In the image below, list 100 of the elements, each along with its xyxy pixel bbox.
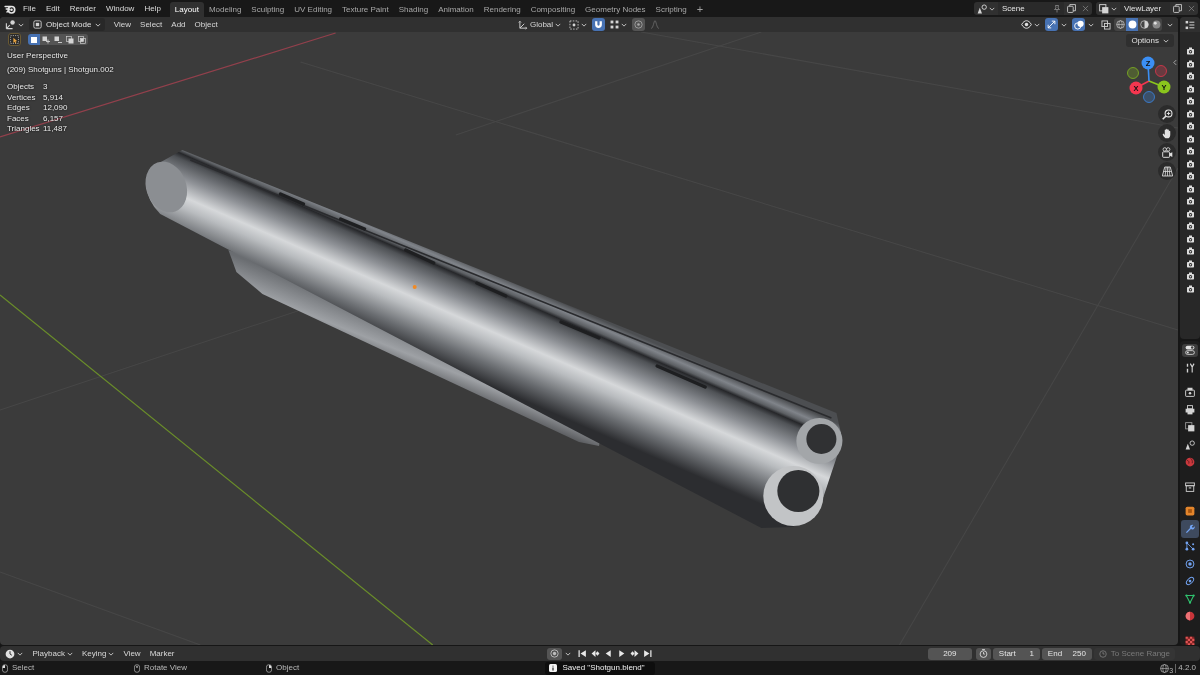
jump-start-button[interactable]	[575, 647, 589, 660]
gizmo-toggle[interactable]	[1045, 18, 1058, 31]
start-frame-field[interactable]: Start 1	[992, 647, 1040, 660]
workspace-tab[interactable]: Texture Paint	[337, 2, 394, 17]
workspace-tab[interactable]: Geometry Nodes	[580, 2, 651, 17]
xray-toggle[interactable]	[1099, 18, 1112, 31]
add-workspace-button[interactable]: +	[691, 2, 709, 17]
shading-mode-button[interactable]	[1150, 18, 1162, 31]
view-layer-name-field[interactable]: ViewLayer	[1120, 2, 1170, 15]
selection-mode-button[interactable]	[28, 34, 40, 45]
scene-name-field[interactable]: Scene	[998, 2, 1050, 15]
menu-item[interactable]: Select	[135, 19, 167, 30]
caret-icon	[1111, 6, 1117, 11]
pan-button[interactable]	[1158, 124, 1176, 142]
auto-keying-toggle[interactable]	[546, 647, 562, 660]
view-layer-browse-button[interactable]	[1096, 2, 1120, 15]
render-camera-icon[interactable]	[1185, 284, 1195, 293]
solid-square-icon	[30, 35, 38, 44]
stat-label: Faces	[7, 113, 30, 124]
render-camera-icon[interactable]	[1185, 172, 1195, 181]
proportional-edit-toggle[interactable]	[632, 18, 646, 31]
menu-item[interactable]: Edit	[40, 3, 65, 14]
workspace-tab[interactable]: Modeling	[203, 2, 247, 17]
render-camera-icon[interactable]	[1185, 59, 1195, 68]
render-camera-icon[interactable]	[1185, 72, 1195, 81]
globe-icon	[1185, 457, 1195, 468]
mouse-icon	[134, 663, 140, 673]
workspace-tab[interactable]: Shading	[393, 2, 434, 17]
render-camera-icon[interactable]	[1185, 247, 1195, 256]
render-camera-icon[interactable]	[1185, 109, 1195, 118]
menu-item[interactable]: View	[118, 647, 146, 660]
active-tool-button[interactable]	[8, 33, 21, 46]
workspace-tab[interactable]: Rendering	[478, 2, 526, 17]
duplicate-button[interactable]	[1170, 2, 1185, 15]
selection-mode-button[interactable]	[40, 34, 52, 45]
workspace-tab[interactable]: Sculpting	[246, 2, 290, 17]
selection-mode-button[interactable]	[52, 34, 64, 45]
negative-axis-handle[interactable]	[1143, 91, 1155, 103]
current-frame-field[interactable]: 209	[927, 647, 972, 660]
menu-item[interactable]: Add	[166, 19, 191, 30]
selection-mode-button[interactable]	[76, 34, 88, 45]
xray-icon	[1100, 19, 1111, 30]
negative-axis-handle[interactable]	[1127, 67, 1139, 79]
negative-axis-handle[interactable]	[1155, 65, 1167, 77]
scene-browse-button[interactable]	[974, 2, 998, 15]
camera-view-button[interactable]	[1158, 143, 1176, 161]
end-frame-field[interactable]: End 250	[1041, 647, 1092, 660]
overlays-toggle[interactable]	[1072, 18, 1085, 31]
shading-mode-button[interactable]	[1126, 18, 1138, 31]
workspace-tab[interactable]: UV Editing	[289, 2, 338, 17]
render-camera-icon[interactable]	[1185, 272, 1195, 281]
caret-icon	[1034, 22, 1040, 27]
zoom-button[interactable]	[1158, 105, 1176, 123]
perspective-toggle-button[interactable]	[1158, 162, 1176, 180]
render-camera-icon[interactable]	[1185, 197, 1195, 206]
shading-mode-button[interactable]	[1138, 18, 1150, 31]
menu-item[interactable]: Playback	[28, 647, 78, 660]
workspace-tab[interactable]: Animation	[433, 2, 479, 17]
render-camera-icon[interactable]	[1185, 84, 1195, 93]
menu-item[interactable]: Window	[100, 3, 140, 14]
editor-type-button[interactable]	[1182, 343, 1198, 357]
caret-icon	[1167, 22, 1173, 27]
render-camera-icon[interactable]	[1185, 234, 1195, 243]
checker-icon	[1185, 635, 1195, 645]
workspace-tab[interactable]: Compositing	[525, 2, 581, 17]
render-camera-icon[interactable]	[1185, 47, 1195, 56]
render-camera-icon[interactable]	[1185, 184, 1195, 193]
duplicate-button[interactable]	[1064, 2, 1079, 15]
menu-item[interactable]: File	[18, 3, 41, 14]
menu-item[interactable]: Keying	[77, 647, 119, 660]
stat-value: 12,090	[43, 103, 69, 114]
render-camera-icon[interactable]	[1185, 134, 1195, 143]
shading-mode-button[interactable]	[1114, 18, 1126, 31]
snap-toggle[interactable]	[592, 18, 606, 31]
orientation-dropdown[interactable]: Global	[514, 18, 565, 31]
options-dropdown[interactable]: Options	[1126, 34, 1174, 47]
menu-item[interactable]: Object	[190, 19, 223, 30]
list-icon[interactable]	[1185, 19, 1195, 30]
close-button[interactable]	[1185, 2, 1198, 15]
render-camera-icon[interactable]	[1185, 97, 1195, 106]
visibility-dropdown[interactable]	[1018, 18, 1043, 31]
render-camera-icon[interactable]	[1185, 122, 1195, 131]
menu-item[interactable]: View	[109, 19, 136, 30]
preview-range-toggle[interactable]	[975, 647, 991, 660]
menu-item[interactable]: Marker	[145, 647, 180, 660]
extensions-icon[interactable]	[1160, 663, 1170, 673]
selection-mode-button[interactable]	[64, 34, 76, 45]
render-camera-icon[interactable]	[1185, 147, 1195, 156]
render-camera-icon[interactable]	[1185, 259, 1195, 268]
render-camera-icon[interactable]	[1185, 209, 1195, 218]
chevron-icon[interactable]	[1173, 59, 1177, 66]
stat-value: 3	[43, 82, 49, 93]
mode-dropdown[interactable]: Object Mode	[29, 18, 106, 31]
menu-item[interactable]: Help	[139, 3, 166, 14]
workspace-tab[interactable]: Layout	[169, 2, 204, 17]
workspace-tab[interactable]: Scripting	[650, 2, 692, 17]
render-camera-icon[interactable]	[1185, 159, 1195, 168]
render-camera-icon[interactable]	[1185, 222, 1195, 231]
menu-item[interactable]: Render	[64, 3, 101, 14]
play-icon	[616, 649, 626, 658]
